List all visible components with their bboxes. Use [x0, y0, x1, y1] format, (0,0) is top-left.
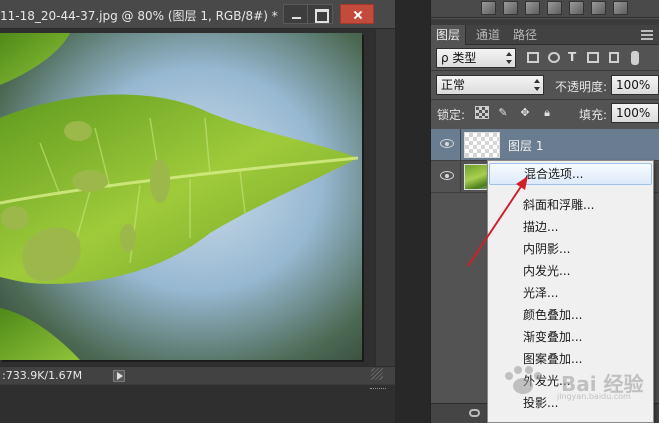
document-window: 11-18_20-44-37.jpg @ 80% (图层 1, RGB/8#) …	[0, 0, 395, 423]
leaf-photo	[0, 33, 362, 360]
resize-grip-icon[interactable]	[371, 368, 383, 380]
filter-kind-value: ρ 类型	[441, 51, 477, 65]
layer-filter-row: ρ 类型 T	[431, 46, 659, 70]
tool-preset-icon[interactable]	[613, 1, 628, 15]
tool-preset-icon[interactable]	[525, 1, 540, 15]
paw-logo-icon	[505, 366, 542, 394]
menu-item-blending-options[interactable]: 混合选项...	[489, 163, 652, 185]
lock-position-icon[interactable]: ✥	[518, 106, 532, 119]
panel-collapse-icon[interactable]	[370, 388, 386, 394]
adjustment-filter-icon[interactable]	[548, 52, 560, 63]
blend-mode-value: 正常	[441, 78, 466, 92]
close-button[interactable]	[340, 4, 374, 24]
type-filter-icon[interactable]: T	[568, 50, 576, 64]
menu-item-bevel-emboss[interactable]: 斜面和浮雕...	[489, 194, 652, 216]
panel-tabs: 图层 通道 路径	[431, 25, 659, 45]
vertical-scrollbar[interactable]	[375, 29, 395, 366]
tool-preset-icon[interactable]	[481, 1, 496, 15]
document-titlebar[interactable]: 11-18_20-44-37.jpg @ 80% (图层 1, RGB/8#) …	[0, 0, 395, 29]
lock-label: 锁定:	[437, 108, 466, 122]
status-bar: :733.9K/1.67M	[0, 366, 395, 384]
workspace-gutter	[395, 0, 430, 423]
menu-item-gradient-overlay[interactable]: 渐变叠加...	[489, 326, 652, 348]
document-title: 11-18_20-44-37.jpg @ 80% (图层 1, RGB/8#) …	[0, 9, 278, 23]
visibility-toggle[interactable]	[431, 161, 461, 193]
opacity-label: 不透明度:	[555, 80, 608, 94]
fill-input[interactable]: 100%	[611, 103, 659, 123]
menu-item-inner-shadow[interactable]: 内阴影...	[489, 238, 652, 260]
select-arrows-icon	[506, 52, 512, 64]
tool-preset-icon[interactable]	[547, 1, 562, 15]
layer-thumbnail	[464, 132, 500, 158]
document-size-info: :733.9K/1.67M	[2, 369, 83, 382]
tab-channels[interactable]: 通道	[471, 25, 505, 45]
tab-paths[interactable]: 路径	[508, 25, 542, 45]
select-arrows-icon	[534, 79, 540, 91]
separator	[431, 99, 659, 100]
status-menu-arrow-icon[interactable]	[113, 370, 125, 382]
menu-item-color-overlay[interactable]: 颜色叠加...	[489, 304, 652, 326]
lock-transparent-pixels-icon[interactable]	[475, 106, 489, 119]
shape-filter-icon[interactable]	[587, 52, 599, 63]
watermark: Bai 经验 jingyan.baidu.com	[493, 364, 644, 404]
eye-icon	[440, 139, 454, 148]
tool-preset-icon[interactable]	[569, 1, 584, 15]
lock-all-icon[interactable]: 🔒︎	[540, 106, 554, 119]
smart-object-filter-icon[interactable]	[609, 52, 619, 63]
fill-value: 100%	[616, 106, 651, 120]
canvas-image[interactable]	[0, 33, 362, 360]
filter-toggle-icon[interactable]	[631, 51, 639, 65]
menu-item-satin[interactable]: 光泽...	[489, 282, 652, 304]
tab-layers[interactable]: 图层	[431, 25, 467, 45]
fill-label: 填充:	[579, 108, 608, 122]
pixel-filter-icon[interactable]	[527, 52, 539, 63]
panel-toolbar	[431, 0, 659, 18]
opacity-value: 100%	[616, 78, 651, 92]
opacity-input[interactable]: 100%	[611, 75, 659, 95]
link-layers-icon[interactable]	[469, 409, 480, 417]
lock-image-pixels-icon[interactable]: ✎	[496, 106, 510, 119]
tool-preset-icon[interactable]	[591, 1, 606, 15]
separator	[431, 70, 659, 71]
maximize-button[interactable]	[307, 4, 333, 24]
panel-menu-icon[interactable]	[641, 30, 653, 40]
menu-item-inner-glow[interactable]: 内发光...	[489, 260, 652, 282]
eye-icon	[440, 171, 454, 180]
canvas-area[interactable]	[0, 29, 375, 366]
blend-mode-select[interactable]: 正常	[436, 75, 544, 95]
visibility-toggle[interactable]	[431, 129, 461, 161]
minimize-button[interactable]	[283, 4, 309, 24]
tool-preset-icon[interactable]	[503, 1, 518, 15]
workspace-background	[0, 385, 395, 423]
watermark-url: jingyan.baidu.com	[557, 392, 631, 401]
layer-row-layer1[interactable]: 图层 1	[431, 129, 659, 161]
menu-item-stroke[interactable]: 描边...	[489, 216, 652, 238]
layer-name: 图层 1	[508, 139, 544, 153]
filter-kind-select[interactable]: ρ 类型	[436, 48, 516, 68]
